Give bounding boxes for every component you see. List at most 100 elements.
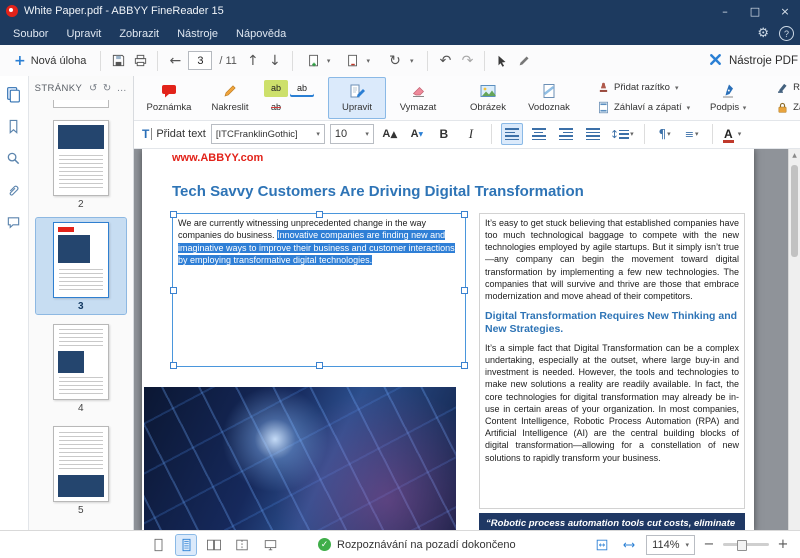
decrease-font-button[interactable]: A▼ — [406, 123, 428, 145]
pages-panel-icon[interactable] — [4, 84, 24, 104]
watermark-tool-button[interactable]: Vodoznak — [520, 77, 578, 119]
pointer-tool-icon[interactable] — [493, 52, 511, 70]
menu-napoveda[interactable]: Nápověda — [227, 22, 295, 45]
resize-handle[interactable] — [170, 287, 177, 294]
view-continuous-icon[interactable] — [176, 535, 196, 555]
maximize-icon[interactable]: □ — [740, 0, 770, 22]
picture-tool-button[interactable]: Obrázek — [459, 77, 517, 119]
align-right-button[interactable] — [555, 123, 577, 145]
note-tool-button[interactable]: Poznámka — [140, 77, 198, 119]
redo-icon[interactable]: ↷ — [458, 52, 476, 70]
paragraph-settings-button[interactable]: ≡▾ — [681, 123, 703, 145]
zoom-slider[interactable] — [723, 543, 769, 546]
view-split-icon[interactable] — [232, 535, 252, 555]
statusbar: ✓ Rozpoznávání na pozadí dokončeno 114% … — [0, 530, 800, 558]
city-photo — [144, 387, 456, 530]
page-thumbnail[interactable]: 5 — [36, 422, 126, 518]
next-page-icon[interactable]: ↓ — [266, 52, 284, 70]
panel-more-icon[interactable]: … — [117, 83, 127, 94]
align-center-button[interactable] — [528, 123, 550, 145]
close-icon[interactable]: × — [770, 0, 800, 22]
undo-icon[interactable]: ↶ — [436, 52, 454, 70]
gear-icon[interactable]: ⚙ — [757, 26, 769, 41]
menu-nastroje[interactable]: Nástroje — [168, 22, 227, 45]
save-icon[interactable] — [109, 52, 127, 70]
increase-font-button[interactable]: A▲ — [379, 123, 401, 145]
italic-button[interactable]: I — [460, 123, 482, 145]
resize-handle[interactable] — [461, 287, 468, 294]
page-thumbnail[interactable]: 2 — [36, 116, 126, 212]
chevron-down-icon: ▾ — [685, 541, 689, 549]
strikeout-tool-button[interactable]: ab — [264, 99, 288, 116]
zoom-level-select[interactable]: 114% ▾ — [646, 535, 695, 555]
paragraph-direction-button[interactable]: ¶▾ — [654, 123, 676, 145]
line-spacing-button[interactable]: ↕▾ — [609, 123, 635, 145]
erase-tool-button[interactable]: Vymazat — [389, 77, 447, 119]
zoom-out-icon[interactable]: − — [702, 537, 716, 552]
signature-tool-button[interactable]: Podpis ▾ — [699, 77, 757, 119]
search-icon[interactable] — [4, 148, 24, 168]
minimize-icon[interactable]: – — [710, 0, 740, 22]
scrollbar-thumb[interactable] — [791, 165, 798, 257]
text-format-toolbar: T Přidat text [ITCFranklinGothic] ▾ 10 ▾… — [134, 121, 800, 149]
zoom-slider-thumb[interactable] — [737, 540, 747, 551]
resize-handle[interactable] — [316, 362, 323, 369]
fit-width-icon[interactable] — [619, 535, 639, 555]
align-left-button[interactable] — [501, 123, 523, 145]
add-pages-button[interactable]: ▾ — [301, 49, 337, 73]
password-security-button[interactable]: Zabezpečení heslem — [771, 99, 800, 117]
font-family-select[interactable]: [ITCFranklinGothic] ▾ — [211, 124, 325, 144]
resize-handle[interactable] — [461, 362, 468, 369]
document-area[interactable]: www.ABBYY.com Tech Savvy Customers Are D… — [134, 149, 800, 530]
text-edit-box[interactable]: We are currently witnessing unprecedente… — [172, 213, 466, 367]
help-icon[interactable]: ? — [779, 26, 794, 41]
add-stamp-button[interactable]: Přidat razítko ▾ — [592, 79, 694, 97]
page-thumbnail-selected[interactable]: 3 — [36, 218, 126, 314]
page-number-label: 2 — [36, 199, 126, 210]
pdf-tools-button[interactable]: Nástroje PDF — [698, 49, 800, 73]
menu-upravit[interactable]: Upravit — [57, 22, 110, 45]
page-thumbnail-partial[interactable] — [53, 100, 109, 108]
highlight-tool-button[interactable]: ab — [264, 80, 288, 97]
edit-tool-button[interactable]: Upravit — [328, 77, 386, 119]
resize-handle[interactable] — [170, 211, 177, 218]
font-color-button[interactable]: A▾ — [722, 123, 744, 145]
align-justify-button[interactable] — [582, 123, 604, 145]
resize-handle[interactable] — [461, 211, 468, 218]
font-size-select[interactable]: 10 ▾ — [330, 124, 374, 144]
new-task-button[interactable]: + Nová úloha — [8, 49, 92, 73]
underline-tool-button[interactable]: ab — [290, 80, 314, 97]
view-single-page-icon[interactable] — [148, 535, 168, 555]
page-thumbnail[interactable]: 4 — [36, 320, 126, 416]
watermark-icon — [541, 82, 557, 100]
redact-button[interactable]: Revidovat údaje ▾ — [771, 79, 800, 97]
view-fullscreen-icon[interactable] — [260, 535, 280, 555]
pen-tool-icon[interactable] — [515, 52, 533, 70]
menu-soubor[interactable]: Soubor — [4, 22, 57, 45]
page-number-input[interactable] — [188, 51, 212, 70]
zoom-in-icon[interactable]: + — [776, 537, 790, 552]
add-text-button[interactable]: T Přidat text — [142, 128, 206, 140]
scroll-up-icon[interactable]: ▲ — [792, 152, 797, 159]
resize-handle[interactable] — [316, 211, 323, 218]
comments-icon[interactable] — [4, 212, 24, 232]
rotate-right-icon[interactable]: ↻ — [103, 83, 112, 94]
draw-tool-button[interactable]: Nakreslit — [201, 77, 259, 119]
attachments-icon[interactable] — [4, 180, 24, 200]
back-arrow-icon[interactable]: ← — [166, 52, 184, 70]
menu-zobrazit[interactable]: Zobrazit — [110, 22, 168, 45]
rotate-left-icon[interactable]: ↺ — [89, 83, 98, 94]
print-icon[interactable] — [131, 52, 149, 70]
previous-page-icon[interactable]: ↑ — [244, 52, 262, 70]
header-footer-button[interactable]: Záhlaví a zápatí ▾ — [592, 99, 694, 117]
resize-handle[interactable] — [170, 362, 177, 369]
vertical-scrollbar[interactable]: ▲ — [788, 149, 800, 530]
chevron-down-icon: ▾ — [687, 104, 691, 112]
rotate-pages-button[interactable]: ↻ ▾ — [380, 49, 420, 73]
fit-page-icon[interactable] — [592, 535, 612, 555]
delete-pages-button[interactable]: ▾ — [340, 49, 376, 73]
view-facing-pages-icon[interactable] — [204, 535, 224, 555]
chevron-down-icon: ▾ — [316, 130, 320, 138]
bookmarks-icon[interactable] — [4, 116, 24, 136]
bold-button[interactable]: B — [433, 123, 455, 145]
